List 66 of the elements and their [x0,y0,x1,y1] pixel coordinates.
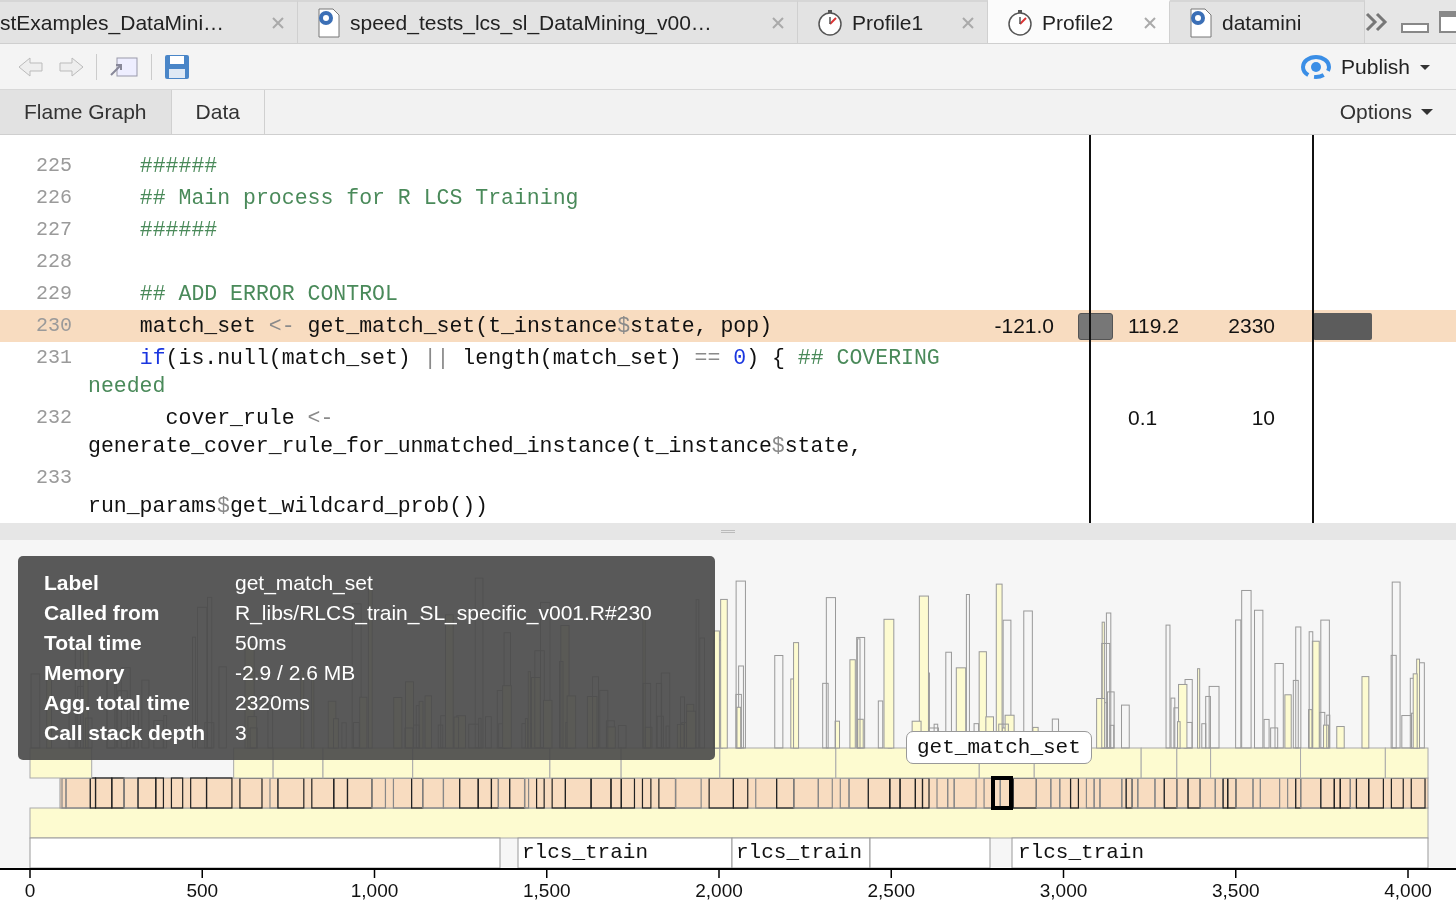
close-icon[interactable] [271,15,285,30]
options-menu[interactable]: Options [1317,90,1456,134]
editor-tab[interactable]: Profile1 [798,0,988,43]
stopwatch-icon [1006,8,1034,37]
frame-label: rlcs_train [1018,840,1145,866]
code-line: cover_rule <- [164,405,335,432]
time-ms-value: 2330 [1227,313,1276,339]
code-line: run_params$get_wildcard_prob()) [88,493,489,520]
tooltip-value: R_libs/RLCS_train_SL_specific_v001.R#230 [235,600,653,627]
code-line: generate_cover_rule_for_unmatched_instance(t_instance$state, [88,433,864,460]
tooltip-key: Label [44,568,235,598]
line-number: 229 [35,281,73,307]
tooltip-value: 50ms [235,630,288,656]
frame-hover-label: get_match_set [906,731,1092,764]
line-number: 230 [35,313,73,339]
code-line: ## Main process for R LCS Training [138,185,580,212]
tooltip-value: -2.9 / 2.6 MB [235,660,357,686]
axis-tick-label: 2,000 [695,880,743,902]
frame-label: rlcs_train [522,840,649,866]
memory-value: -121.0 [993,313,1055,339]
code-line: ###### [138,217,219,244]
time-value: 119.2 [1127,313,1180,339]
code-line: match_set <- get_match_set(t_instance$state, pop) [138,313,774,340]
tooltip-key: Total time [44,628,235,658]
axis-tick-label: 3,000 [1039,880,1088,902]
time-value: 0.1 [1127,405,1159,431]
axis-tick-label: 1,500 [523,880,571,902]
axis-tick-label: 0 [24,880,36,902]
tooltip-key: Call stack depth [44,718,235,748]
publish-button[interactable]: Publish [1291,49,1440,84]
editor-tab[interactable]: speed_tests_lcs_sl_DataMining_v00… [298,0,798,43]
axis-tick-label: 4,000 [1384,880,1432,902]
view-tab[interactable]: Flame Graph [0,90,172,134]
editor-tab[interactable]: stExamples_DataMini… [0,0,298,43]
publish-icon [1299,53,1334,80]
script-file-icon [1188,7,1214,38]
tooltip-value: 2320ms [235,690,311,716]
code-line: if(is.null(match_set) || length(match_set) == 0) { ## COVERING [138,345,941,372]
splitter-grip[interactable] [721,530,735,533]
code-line: needed [88,373,167,400]
axis-tick-label: 2,500 [867,880,915,902]
code-line: ###### [138,153,219,180]
axis-tick-label: 3,500 [1212,880,1260,902]
line-number: 225 [35,153,73,179]
time-ms-value: 10 [1250,405,1276,431]
tooltip-value: 3 [235,720,248,746]
line-number: 228 [35,249,73,275]
selected-frame[interactable] [991,776,1013,810]
close-icon[interactable] [771,15,785,30]
close-icon[interactable] [1143,15,1157,30]
tooltip-key: Called from [44,598,235,628]
close-icon[interactable] [961,15,975,30]
caret-icon [1420,107,1434,117]
axis-tick-label: 500 [186,880,219,902]
tooltip-key: Memory [44,658,235,688]
tooltip-key: Agg. total time [44,688,235,718]
tooltip-value: get_match_set [235,570,374,597]
code-line: ## ADD ERROR CONTROL [138,281,399,308]
editor-tab[interactable]: datamini [1170,0,1365,43]
editor-tab[interactable]: Profile2 [988,0,1170,43]
stopwatch-icon [816,8,844,37]
frame-label: rlcs_train [736,840,863,866]
line-number: 227 [35,217,73,243]
axis-tick-label: 1,000 [350,880,399,902]
script-file-icon [316,7,342,38]
line-number: 226 [35,185,73,211]
